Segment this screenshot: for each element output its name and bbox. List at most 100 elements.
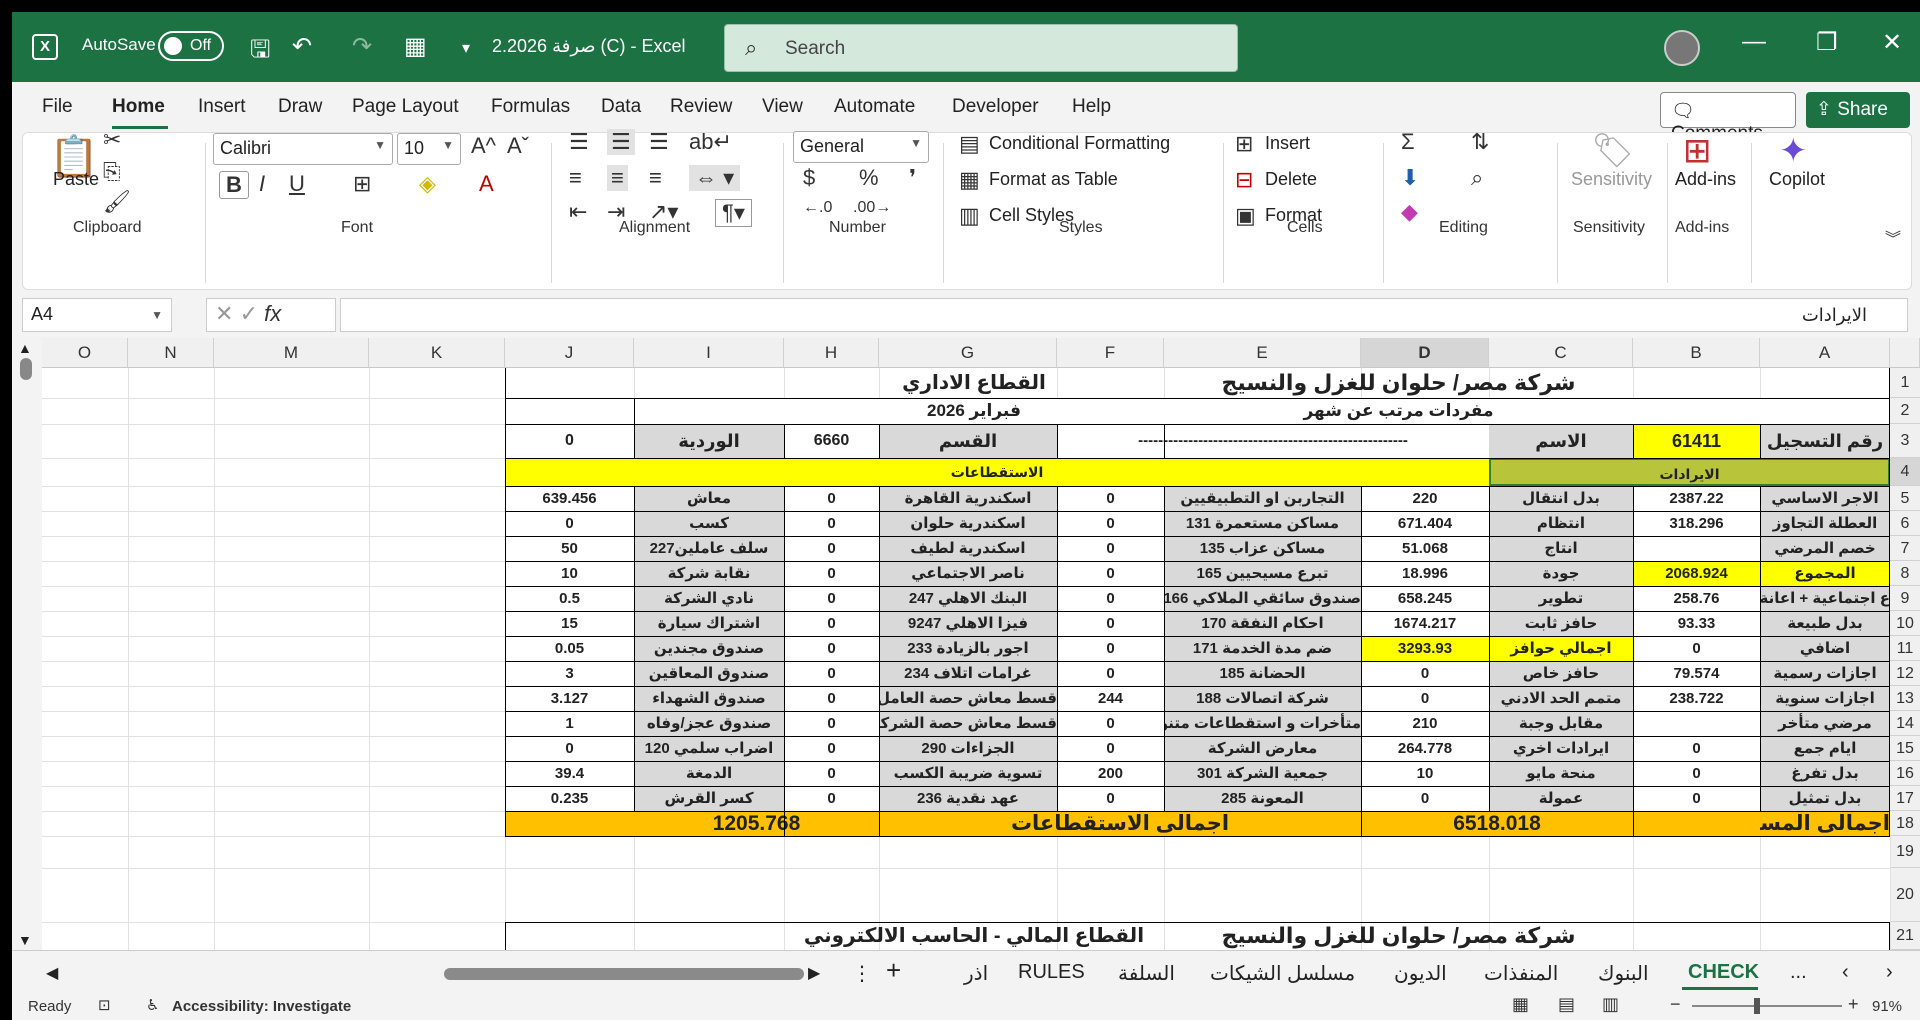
row-header-13[interactable]: 13 (1890, 686, 1920, 711)
item-label[interactable]: حافز ثابت (1489, 611, 1633, 636)
search-box[interactable]: ⌕ Search (724, 24, 1238, 72)
item-label[interactable]: المعونة 285 (1164, 786, 1361, 811)
item-value[interactable]: 50 (505, 536, 634, 561)
column-header-k[interactable]: K (369, 338, 505, 368)
decrease-decimal-icon[interactable]: .00→ (853, 199, 891, 217)
more-sheets-icon[interactable]: ... (1790, 961, 1807, 984)
item-label[interactable]: صندوق المعاقين (634, 661, 784, 686)
tab-home[interactable]: Home (112, 96, 165, 118)
row-header-9[interactable]: 9 (1890, 586, 1920, 611)
accessibility-icon[interactable]: ♿ (146, 996, 159, 1014)
accessibility-status[interactable]: Accessibility: Investigate (172, 998, 351, 1015)
item-label[interactable]: اجور بالزيادة 233 (879, 636, 1057, 661)
item-label[interactable]: اسكندرية حلوان (879, 511, 1057, 536)
item-label[interactable]: الجزاءات 290 (879, 736, 1057, 761)
collapse-ribbon-icon[interactable]: ︾ (1885, 225, 1901, 249)
item-label[interactable]: التجاربن او التطبيقيين (1164, 486, 1361, 511)
item-label[interactable]: بدل انتقال (1489, 486, 1633, 511)
item-label[interactable]: انتاج (1489, 536, 1633, 561)
row-header-8[interactable]: 8 (1890, 561, 1920, 586)
tab-automate[interactable]: Automate (834, 96, 915, 118)
form-icon[interactable]: ▦ (404, 32, 427, 61)
row-header-17[interactable]: 17 (1890, 786, 1920, 811)
item-value[interactable]: 0.05 (505, 636, 634, 661)
row-header-6[interactable]: 6 (1890, 511, 1920, 536)
copy-icon[interactable]: ⎘ (103, 159, 121, 185)
item-label[interactable]: معارض الشركة (1164, 736, 1361, 761)
borders-icon[interactable]: ⊞ (353, 171, 371, 197)
item-label[interactable]: انتظام (1489, 511, 1633, 536)
item-value[interactable] (1633, 711, 1760, 736)
save-icon[interactable]: 🖫 (250, 32, 270, 73)
format-cells-icon[interactable]: ▣ (1235, 203, 1256, 229)
item-value[interactable]: 10 (1361, 761, 1489, 786)
row-header-14[interactable]: 14 (1890, 711, 1920, 736)
item-label[interactable]: كسر القرش (634, 786, 784, 811)
item-label[interactable]: غرامات اتلاف 234 (879, 661, 1057, 686)
item-value[interactable]: 258.76 (1633, 586, 1760, 611)
copilot-button[interactable]: Copilot (1769, 169, 1825, 190)
item-value[interactable]: 0 (784, 486, 879, 511)
undo-icon[interactable]: ↶ (292, 32, 312, 61)
format-painter-icon[interactable]: 🖌 (103, 189, 131, 215)
item-value[interactable]: 0 (1361, 686, 1489, 711)
align-middle-icon[interactable]: ☰ (607, 129, 635, 155)
item-value[interactable]: 10 (505, 561, 634, 586)
minimize-icon[interactable]: — (1742, 28, 1766, 56)
zoom-in-icon[interactable]: + (1848, 994, 1859, 1015)
autosave-toggle[interactable]: Off (158, 31, 224, 61)
item-label[interactable]: اجازات سنوية (1760, 686, 1890, 711)
shift-label[interactable]: الوردية (634, 424, 784, 458)
column-header-i[interactable]: I (634, 338, 784, 368)
item-label[interactable]: ايرادات اخري (1489, 736, 1633, 761)
item-value[interactable] (1633, 536, 1760, 561)
scroll-thumb[interactable] (20, 358, 32, 380)
item-label[interactable]: ايام جمع (1760, 736, 1890, 761)
sort-filter-icon[interactable]: ⇅ (1471, 129, 1489, 155)
row-header-7[interactable]: 7 (1890, 536, 1920, 561)
item-label[interactable]: منحة مايو (1489, 761, 1633, 786)
item-value[interactable]: 0 (1057, 561, 1164, 586)
row-header-15[interactable]: 15 (1890, 736, 1920, 761)
item-value[interactable]: 0 (784, 761, 879, 786)
comma-style-icon[interactable]: ❜ (909, 165, 916, 191)
item-value[interactable]: 0 (1057, 636, 1164, 661)
enter-icon[interactable]: ✓ (240, 301, 258, 326)
item-label[interactable]: خصم المرضي (1760, 536, 1890, 561)
align-right-icon[interactable]: ≡ (649, 165, 662, 191)
item-value[interactable]: 0 (1057, 511, 1164, 536)
number-format-dropdown[interactable]: General ▼ (793, 131, 929, 163)
column-header-j[interactable]: J (505, 338, 634, 368)
vertical-scrollbar[interactable]: ▲ ▼ (12, 338, 42, 950)
item-label[interactable]: ضم مدة الخدمة 171 (1164, 636, 1361, 661)
item-label[interactable]: سلف عاملين227 (634, 536, 784, 561)
item-label[interactable]: صندوق سائقي الملاكي 166 (1164, 586, 1361, 611)
item-label[interactable]: فيزا الاهلي 9247 (879, 611, 1057, 636)
tab-developer[interactable]: Developer (952, 96, 1039, 118)
tab-draw[interactable]: Draw (278, 96, 322, 118)
company-title[interactable]: شركة مصر/ حلوان للغزل والنسيج (1164, 368, 1633, 398)
sheet-tab-check[interactable]: CHECK (1688, 961, 1759, 984)
chevron-left-icon[interactable]: ‹ (1842, 961, 1849, 984)
item-value[interactable]: 0 (1361, 661, 1489, 686)
item-value[interactable]: 0 (1057, 786, 1164, 811)
row-header-18[interactable]: 18 (1890, 811, 1920, 836)
item-value[interactable]: 0 (1057, 611, 1164, 636)
next-company-title[interactable]: شركة مصر/ حلوان للغزل والنسيج (1164, 922, 1633, 950)
sheet-tab-rules[interactable]: RULES (1018, 961, 1085, 984)
horizontal-scrollbar[interactable] (444, 968, 804, 980)
item-value[interactable]: 2387.22 (1633, 486, 1760, 511)
item-value[interactable]: 0 (1057, 711, 1164, 736)
item-value[interactable]: 0 (1633, 786, 1760, 811)
item-value[interactable]: 0 (784, 586, 879, 611)
row-header-16[interactable]: 16 (1890, 761, 1920, 786)
item-label[interactable]: مساكن مستعمرة 131 (1164, 511, 1361, 536)
increase-decimal-icon[interactable]: ←.0 (803, 199, 832, 217)
item-label[interactable]: الاجر الاساسي (1760, 486, 1890, 511)
close-icon[interactable]: ✕ (1882, 28, 1902, 57)
tab-insert[interactable]: Insert (198, 96, 246, 118)
sensitivity-icon[interactable]: 🏷 (1591, 131, 1634, 171)
item-value[interactable]: 0 (1633, 736, 1760, 761)
name-box[interactable]: A4 ▼ (22, 298, 172, 332)
share-button[interactable]: ⇪ Share (1806, 92, 1910, 128)
